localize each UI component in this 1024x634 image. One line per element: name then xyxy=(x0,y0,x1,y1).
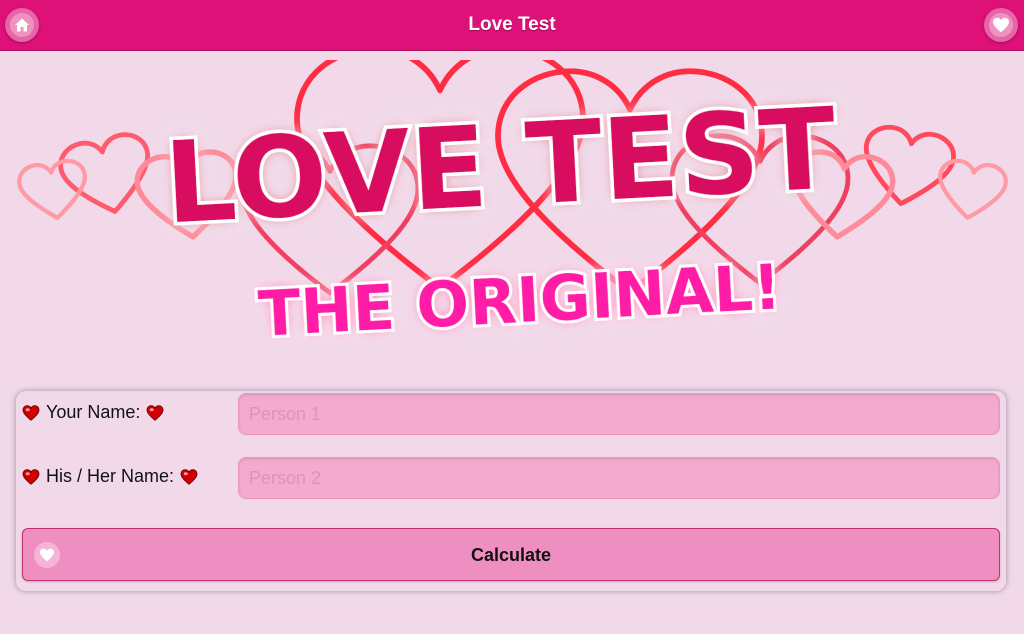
logo-subtitle: THE ORIGINAL! xyxy=(257,250,783,350)
red-heart-icon xyxy=(146,404,164,421)
partner-name-label-text: His / Her Name: xyxy=(46,466,175,486)
love-test-logo: LOVE TEST THE ORIGINAL! xyxy=(0,60,1024,352)
your-name-input[interactable] xyxy=(238,393,1000,435)
partner-name-input[interactable] xyxy=(238,457,1000,499)
calculate-button[interactable]: Calculate xyxy=(22,528,1000,581)
heart-button[interactable] xyxy=(984,8,1018,42)
red-heart-icon xyxy=(180,468,198,485)
calculate-button-label: Calculate xyxy=(470,545,552,565)
logo-title: LOVE TEST xyxy=(162,85,840,250)
red-heart-icon xyxy=(22,468,40,485)
red-heart-icon xyxy=(22,404,40,421)
page-title: Love Test xyxy=(468,14,556,35)
your-name-label-text: Your Name: xyxy=(46,402,141,422)
form-panel: Your Name: His / Her Name: Calculate xyxy=(16,391,1006,591)
partner-name-label: His / Her Name: xyxy=(22,466,198,487)
app-header: Love Test xyxy=(0,0,1024,51)
your-name-label: Your Name: xyxy=(22,402,164,423)
heart-icon xyxy=(993,17,1009,33)
